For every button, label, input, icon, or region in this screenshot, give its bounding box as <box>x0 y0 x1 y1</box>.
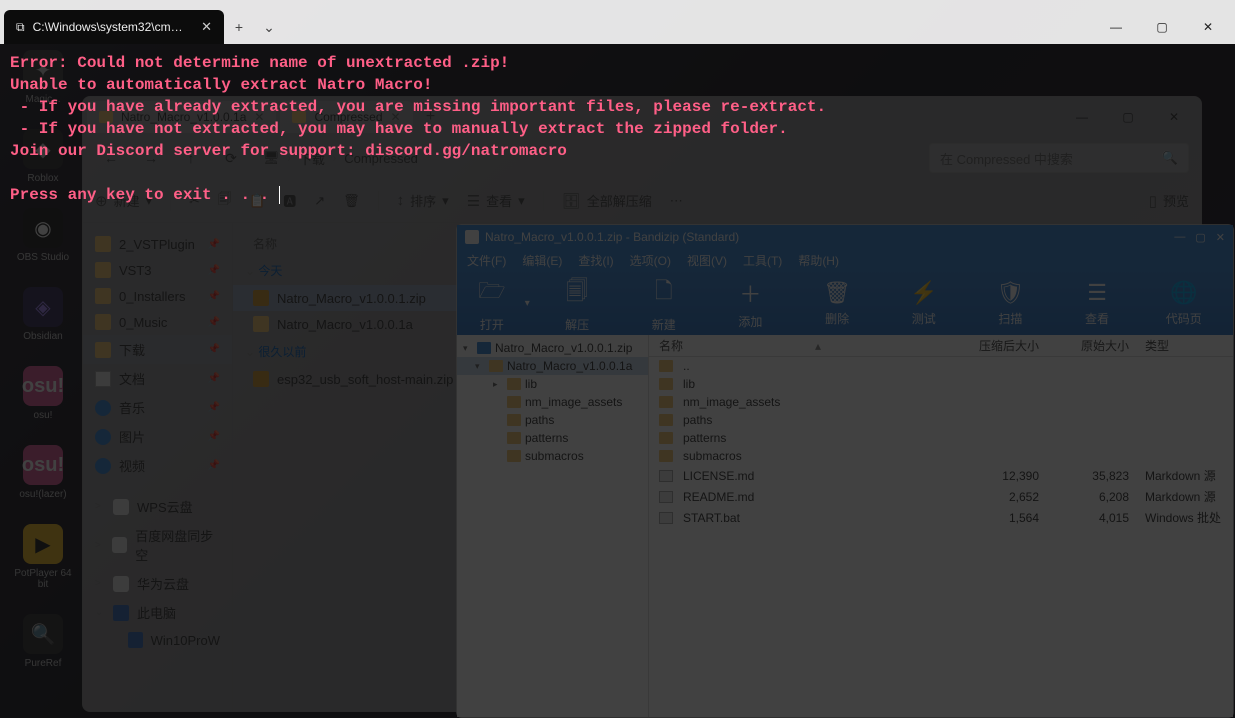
terminal-close-button[interactable]: ✕ <box>1185 10 1231 44</box>
terminal-new-tab-button[interactable]: + <box>224 10 254 44</box>
close-tab-icon[interactable]: ✕ <box>201 19 212 35</box>
terminal-tabbar: ⧉ C:\Windows\system32\cmd.exe ✕ + ⌄ — ▢ … <box>0 0 1235 44</box>
terminal-window: ⧉ C:\Windows\system32\cmd.exe ✕ + ⌄ — ▢ … <box>0 0 1235 718</box>
terminal-dropdown-button[interactable]: ⌄ <box>254 10 284 44</box>
terminal-tab[interactable]: ⧉ C:\Windows\system32\cmd.exe ✕ <box>4 10 224 44</box>
terminal-minimize-button[interactable]: — <box>1093 10 1139 44</box>
terminal-tab-title: C:\Windows\system32\cmd.exe <box>33 20 190 34</box>
terminal-output[interactable]: Error: Could not determine name of unext… <box>0 44 1235 718</box>
terminal-maximize-button[interactable]: ▢ <box>1139 10 1185 44</box>
cmd-icon: ⧉ <box>16 20 25 35</box>
